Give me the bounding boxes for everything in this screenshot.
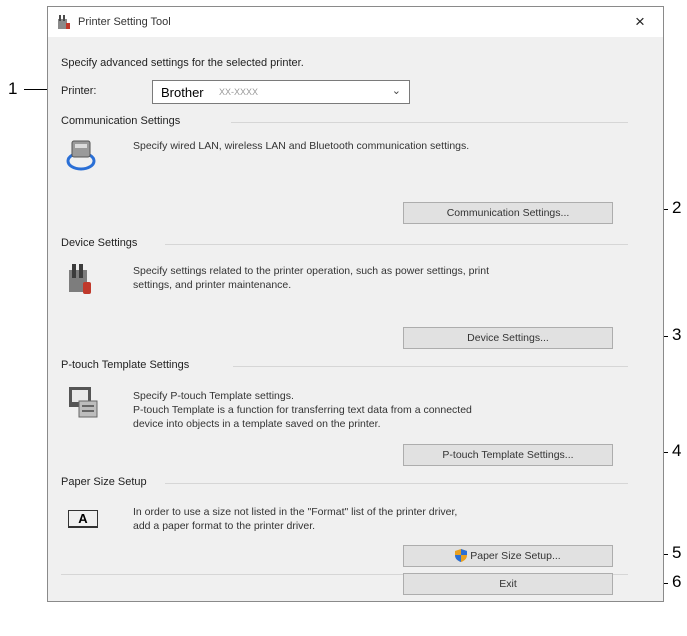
device-description-line-2: settings, and printer maintenance. xyxy=(133,279,292,291)
printer-tool-icon xyxy=(58,15,70,29)
network-printer-icon xyxy=(66,140,96,171)
callout-2: 2 xyxy=(672,198,682,217)
device-description-line-1: Specify settings related to the printer … xyxy=(133,265,490,277)
shield-icon xyxy=(455,549,468,562)
title-bar: Printer Setting Tool × xyxy=(48,7,663,37)
communication-settings-heading: Communication Settings xyxy=(61,115,181,127)
paper-size-setup-button[interactable]: Paper Size Setup... xyxy=(403,545,613,567)
template-description-line-3: device into objects in a template saved … xyxy=(133,418,381,430)
callout-1: 1 xyxy=(8,79,18,98)
window-title: Printer Setting Tool xyxy=(78,16,171,28)
template-monitor-icon xyxy=(69,387,98,418)
paper-size-setup-label: Paper Size Setup... xyxy=(470,550,561,562)
template-settings-button[interactable]: P-touch Template Settings... xyxy=(403,444,613,466)
template-description-line-1: Specify P-touch Template settings. xyxy=(133,390,294,402)
device-settings-button[interactable]: Device Settings... xyxy=(403,327,613,349)
communication-separator xyxy=(231,122,628,123)
printer-select-value: Brother xyxy=(161,85,204,100)
paper-size-icon: A xyxy=(68,510,98,532)
chevron-down-icon: ⌄ xyxy=(391,85,401,97)
template-settings-heading: P-touch Template Settings xyxy=(61,359,190,371)
callout-4: 4 xyxy=(672,441,682,460)
callout-3: 3 xyxy=(672,325,682,344)
callout-6: 6 xyxy=(672,572,682,591)
device-settings-heading: Device Settings xyxy=(61,237,138,249)
communication-description: Specify wired LAN, wireless LAN and Blue… xyxy=(133,140,470,152)
close-button[interactable]: × xyxy=(617,7,663,37)
template-description-line-2: P-touch Template is a function for trans… xyxy=(133,404,472,416)
device-tools-icon xyxy=(69,264,91,294)
printer-setting-tool-window: Printer Setting Tool × Specify advanced … xyxy=(47,6,664,602)
paper-size-heading: Paper Size Setup xyxy=(61,476,147,488)
callout-5: 5 xyxy=(672,543,682,562)
intro-text: Specify advanced settings for the select… xyxy=(61,57,304,69)
paper-description-line-2: add a paper format to the printer driver… xyxy=(133,520,316,532)
printer-select[interactable]: Brother XX-XXXX ⌄ xyxy=(152,80,410,104)
paper-size-letter: A xyxy=(68,510,98,528)
exit-button[interactable]: Exit xyxy=(403,573,613,595)
template-separator xyxy=(233,366,628,367)
device-separator xyxy=(165,244,628,245)
paper-separator xyxy=(165,483,628,484)
paper-description-line-1: In order to use a size not listed in the… xyxy=(133,506,458,518)
communication-settings-button[interactable]: Communication Settings... xyxy=(403,202,613,224)
printer-model: XX-XXXX xyxy=(219,87,259,97)
printer-label: Printer: xyxy=(61,85,97,97)
